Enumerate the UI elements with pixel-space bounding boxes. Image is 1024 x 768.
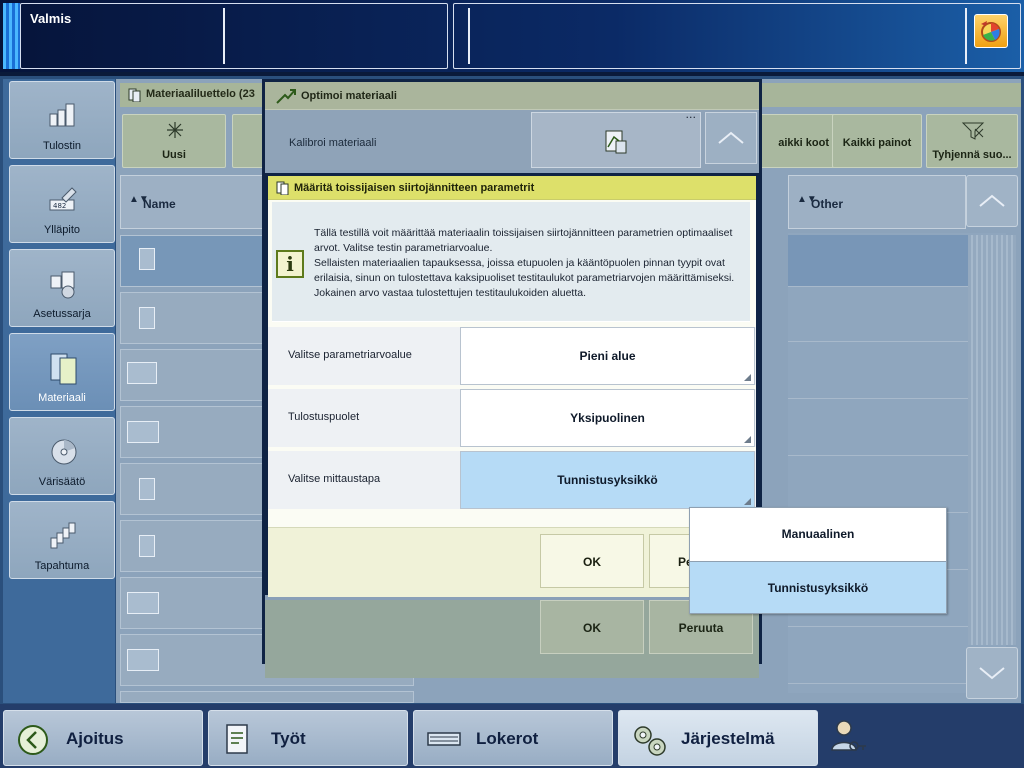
sidebar-item-printer[interactable]: Tulostin [9, 81, 115, 159]
all-weights-button[interactable]: Kaikki painot [832, 114, 922, 168]
sidebar-item-maintenance[interactable]: 482 Ylläpito [9, 165, 115, 243]
transfer-voltage-dialog: Määritä toissijaisen siirtojännitteen pa… [265, 173, 759, 597]
clock-back-icon [18, 725, 48, 755]
document-icon [226, 724, 248, 754]
nav-label: Lokerot [476, 729, 539, 748]
dialog-header: Määritä toissijaisen siirtojännitteen pa… [268, 176, 756, 200]
list-item[interactable] [120, 691, 414, 703]
param-range-select[interactable]: Pieni alue [460, 327, 755, 385]
dialog-header: Optimoi materiaali [265, 82, 759, 110]
bottom-nav-bar: Ajoitus Työt Lokerot Järjestelmä [0, 704, 1024, 768]
nav-label: Järjestelmä [681, 729, 775, 748]
gears-icon [634, 726, 666, 756]
nav-label: Ajoitus [66, 729, 124, 748]
sidebar-item-label: Tulostin [42, 140, 82, 152]
tray-icon [427, 732, 461, 746]
chevron-up-icon [718, 131, 744, 144]
info-icon: i [276, 250, 304, 278]
divider [223, 8, 225, 64]
dialog-title: Määritä toissijaisen siirtojännitteen pa… [294, 182, 535, 194]
info-box: i Tällä testillä voit määrittää materiaa… [272, 202, 750, 322]
dialog-footer: OK Pe [268, 527, 756, 597]
status-text: Valmis [30, 11, 72, 26]
calibrate-row: Kalibroi materiaali ··· [265, 110, 759, 170]
dropdown-option-sensor[interactable]: Tunnistusyksikkö [690, 561, 946, 613]
nav-label: Työt [271, 729, 306, 748]
media-icon [276, 181, 289, 195]
dropdown-corner-icon [744, 498, 751, 505]
scroll-up-button[interactable] [966, 175, 1018, 227]
sidebar-item-label: Tapahtuma [34, 560, 90, 572]
wrench-icon: 482 [49, 187, 77, 211]
color-wheel-icon[interactable] [974, 14, 1008, 48]
status-stripe [3, 3, 20, 69]
dialog-footer: OK Peruuta [265, 600, 759, 678]
print-sides-select[interactable]: Yksipuolinen [460, 389, 755, 447]
param-range-row: Valitse parametriarvoalue Pieni alue [268, 327, 756, 385]
sidebar-item-label: Värisäätö [38, 476, 86, 488]
chevron-up-icon [979, 194, 1005, 207]
divider [965, 8, 967, 64]
column-header-other[interactable]: ▲▼ Other [788, 175, 966, 229]
more-icon: ··· [685, 111, 697, 124]
sidebar-item-preset[interactable]: Asetussarja [9, 249, 115, 327]
sidebar-item-label: Ylläpito [43, 224, 81, 236]
media-icon [128, 88, 141, 102]
sidebar-item-media[interactable]: Materiaali [9, 333, 115, 411]
nav-system[interactable]: Järjestelmä [618, 710, 818, 766]
sidebar-item-color-adjust[interactable]: Värisäätö [9, 417, 115, 495]
field-label: Valitse parametriarvoalue [288, 349, 412, 361]
panel-title: Materiaaliluettelo (23 [146, 88, 255, 100]
dropdown-corner-icon [744, 436, 751, 443]
field-label: Valitse mittaustapa [288, 473, 381, 485]
sparkle-icon [167, 122, 183, 138]
ok-button[interactable]: OK [540, 600, 644, 654]
ok-button[interactable]: OK [540, 534, 644, 588]
print-sides-row: Tulostuspuolet Yksipuolinen [268, 389, 756, 447]
event-icon [50, 522, 76, 549]
settings-set-icon [50, 271, 75, 299]
optimize-icon [276, 89, 296, 104]
dropdown-corner-icon [744, 374, 751, 381]
measure-method-dropdown: Manuaalinen Tunnistusyksikkö [689, 507, 947, 614]
info-text: Tällä testillä voit määrittää materiaali… [314, 227, 735, 299]
measure-method-select[interactable]: Tunnistusyksikkö [460, 451, 755, 509]
clear-filter-button[interactable]: Tyhjennä suo... [926, 114, 1018, 168]
calibrate-label: Kalibroi materiaali [289, 137, 377, 149]
status-pane-right [453, 3, 1021, 69]
chevron-down-icon [979, 667, 1005, 680]
collapse-button[interactable] [705, 112, 757, 164]
user-key-icon[interactable] [826, 716, 870, 760]
new-media-button[interactable]: Uusi [122, 114, 226, 168]
media-icon [50, 353, 77, 385]
status-pane-left [20, 3, 448, 69]
measure-method-row: Valitse mittaustapa Tunnistusyksikkö [268, 451, 756, 509]
sidebar-item-label: Materiaali [38, 392, 86, 404]
calibrate-icon [605, 130, 627, 154]
color-disc-icon [51, 439, 77, 465]
sidebar-item-label: Asetussarja [33, 308, 91, 320]
scroll-down-button[interactable] [966, 647, 1018, 699]
nav-trays[interactable]: Lokerot [413, 710, 613, 766]
svg-text:482: 482 [53, 202, 66, 210]
field-label: Tulostuspuolet [288, 411, 360, 423]
all-sizes-button[interactable]: aikki koot [756, 114, 836, 168]
clear-filter-icon [961, 122, 985, 140]
dropdown-option-manual[interactable]: Manuaalinen [690, 508, 946, 560]
nav-schedule[interactable]: Ajoitus [3, 710, 203, 766]
nav-jobs[interactable]: Työt [208, 710, 408, 766]
divider [468, 8, 470, 64]
printer-icon [49, 103, 75, 127]
dialog-title: Optimoi materiaali [301, 90, 397, 102]
calibrate-media-button[interactable]: ··· [531, 111, 701, 168]
sidebar: Tulostin 482 Ylläpito Asetussarja Materi… [3, 79, 115, 703]
sidebar-item-event[interactable]: Tapahtuma [9, 501, 115, 579]
screen: Valmis Tulostin 482 Ylläpito Asetussarja… [0, 0, 1024, 768]
scrollbar-track[interactable] [968, 235, 1016, 645]
top-status-bar: Valmis [0, 0, 1024, 72]
